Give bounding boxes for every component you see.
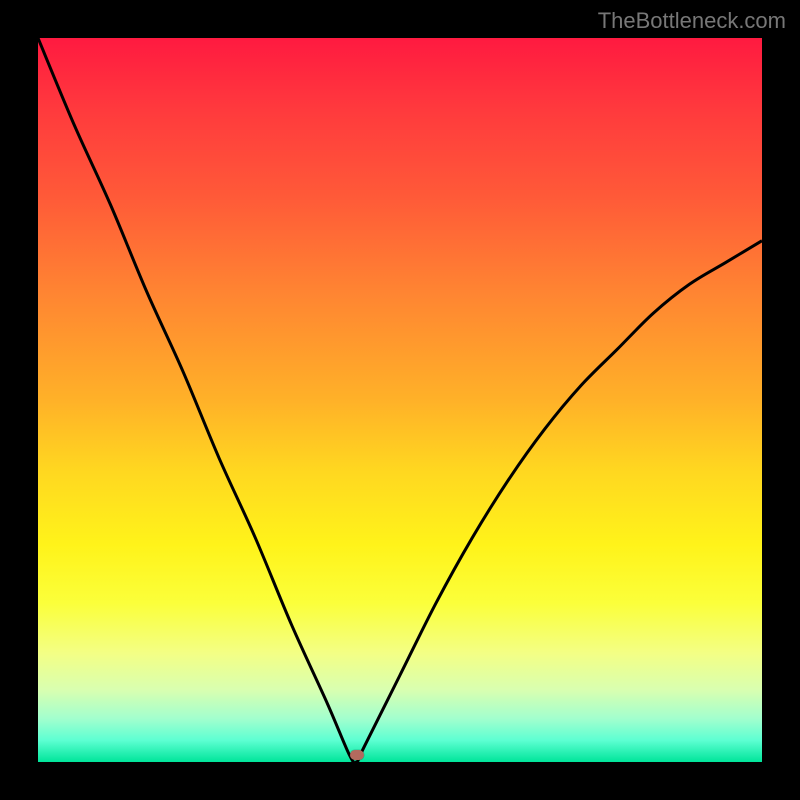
optimal-point-marker bbox=[350, 750, 364, 760]
bottleneck-curve bbox=[38, 38, 762, 762]
watermark-text: TheBottleneck.com bbox=[598, 8, 786, 34]
chart-curve-layer bbox=[38, 38, 762, 762]
chart-frame: TheBottleneck.com bbox=[0, 0, 800, 800]
